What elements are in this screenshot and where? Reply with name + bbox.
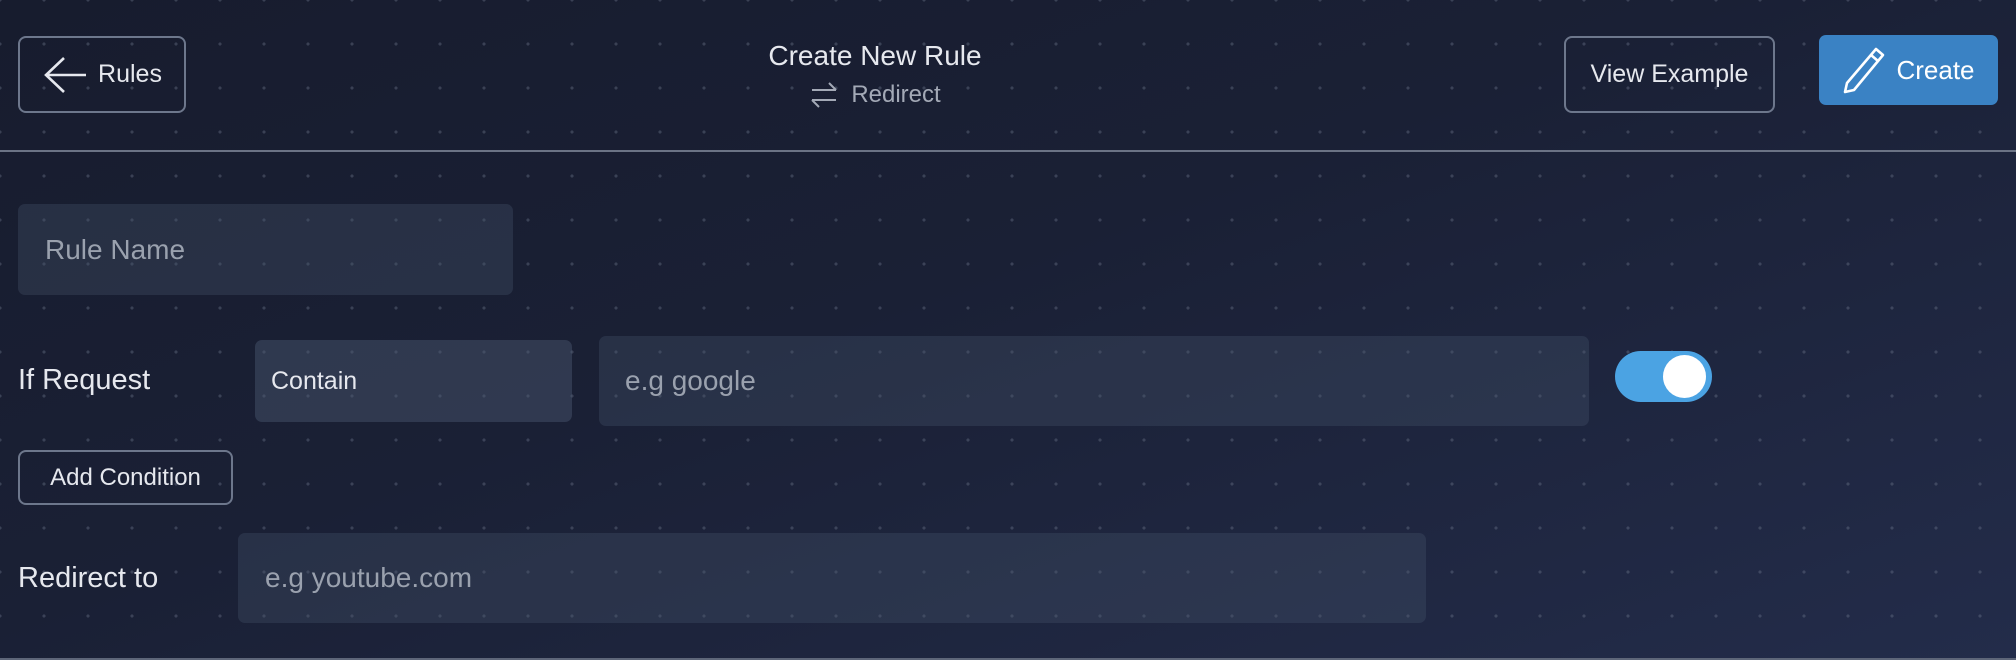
pencil-icon <box>1844 47 1885 94</box>
rule-type-label: Redirect <box>851 81 941 108</box>
redirect-url-input[interactable]: e.g youtube.com <box>238 533 1426 623</box>
toggle-knob <box>1663 355 1706 398</box>
condition-value-placeholder: e.g google <box>625 365 756 396</box>
page-title: Create New Rule <box>768 40 982 71</box>
condition-operator-select[interactable]: Contain <box>255 340 572 422</box>
view-example-button[interactable]: View Example <box>1564 36 1775 113</box>
create-button[interactable]: Create <box>1819 35 1998 105</box>
create-label: Create <box>1896 54 1975 85</box>
arrow-left-icon <box>44 56 87 93</box>
rule-name-input[interactable]: Rule Name <box>18 204 513 295</box>
add-condition-button[interactable]: Add Condition <box>18 450 233 505</box>
rule-name-placeholder: Rule Name <box>45 233 186 265</box>
view-example-label: View Example <box>1590 60 1749 88</box>
redirect-to-label: Redirect to <box>18 562 159 594</box>
back-label: Rules <box>98 60 162 88</box>
rule-type: Redirect <box>700 80 1050 110</box>
swap-arrows-icon <box>811 82 838 108</box>
back-to-rules-button[interactable]: Rules <box>18 36 186 113</box>
header-divider <box>0 150 2016 152</box>
condition-operator-value: Contain <box>271 366 358 395</box>
if-request-label: If Request <box>18 364 151 396</box>
condition-value-input[interactable]: e.g google <box>599 336 1589 426</box>
condition-enabled-toggle[interactable] <box>1615 351 1712 402</box>
redirect-url-placeholder: e.g youtube.com <box>265 562 473 593</box>
add-condition-label: Add Condition <box>50 463 201 491</box>
